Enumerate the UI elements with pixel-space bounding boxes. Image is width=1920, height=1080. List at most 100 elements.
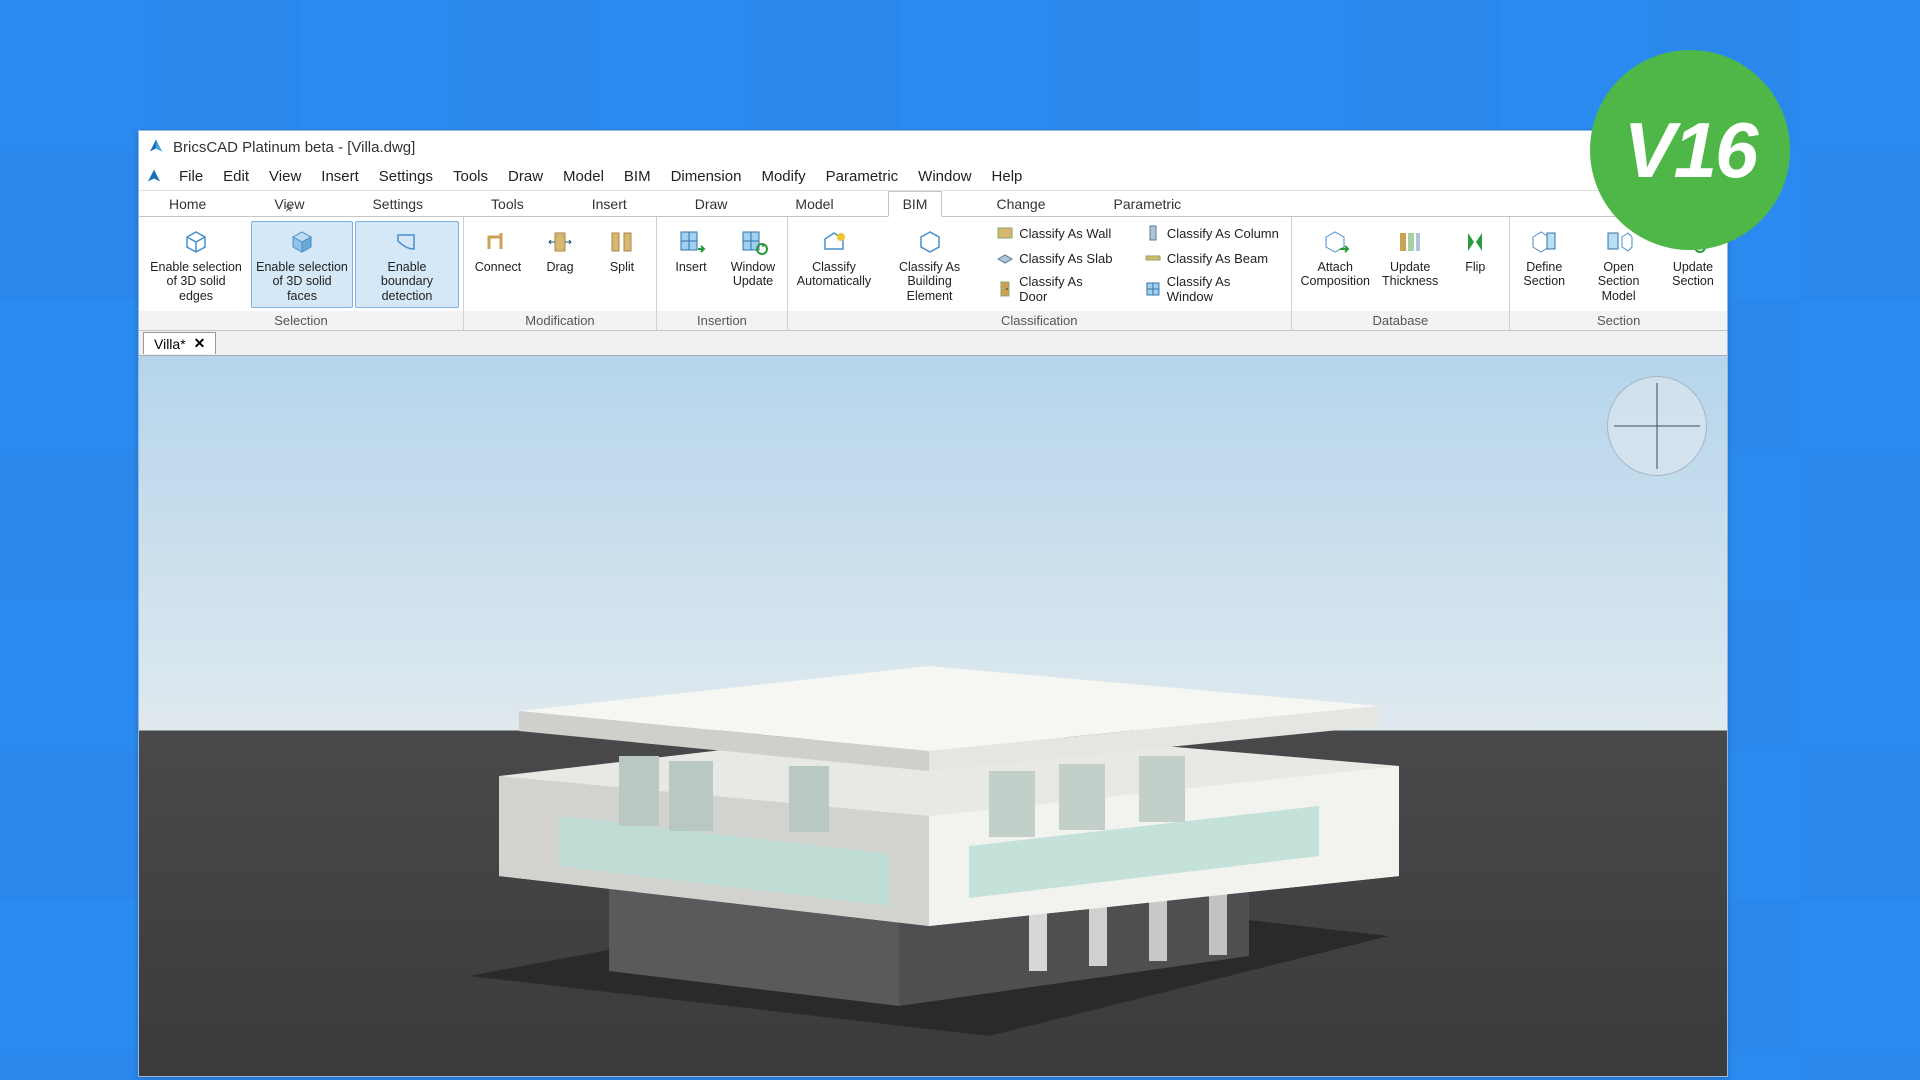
- btn-window-update[interactable]: Window Update: [723, 221, 783, 294]
- btn-classify-window[interactable]: Classify As Window: [1137, 271, 1287, 307]
- drag-icon: [544, 226, 576, 258]
- view-compass[interactable]: [1607, 376, 1707, 476]
- btn-label: Classify Automatically: [797, 260, 871, 289]
- btn-enable-boundary-detection[interactable]: Enable boundary detection: [355, 221, 459, 308]
- ribbon-group-database: Attach Composition Update Thickness Flip…: [1292, 217, 1511, 330]
- btn-classify-column[interactable]: Classify As Column: [1137, 221, 1287, 245]
- ribbon-tab-model[interactable]: Model: [781, 192, 847, 216]
- wall-icon: [996, 224, 1014, 242]
- window-title: BricsCAD Platinum beta - [Villa.dwg]: [173, 139, 415, 156]
- menu-file[interactable]: File: [169, 165, 213, 188]
- ribbon-tab-bim[interactable]: BIM: [888, 191, 943, 217]
- btn-enable-face-selection[interactable]: Enable selection of 3D solid faces: [251, 221, 353, 308]
- classify-auto-icon: [818, 226, 850, 258]
- open-section-icon: [1603, 226, 1635, 258]
- attach-composition-icon: [1319, 226, 1351, 258]
- app-icon[interactable]: [145, 168, 163, 186]
- btn-connect[interactable]: Connect: [468, 221, 528, 279]
- btn-label: Drag: [546, 260, 573, 274]
- menu-insert[interactable]: Insert: [311, 165, 369, 188]
- btn-insert-window[interactable]: Insert: [661, 221, 721, 279]
- menu-help[interactable]: Help: [982, 165, 1033, 188]
- btn-classify-door[interactable]: Classify As Door: [989, 271, 1121, 307]
- menu-settings[interactable]: Settings: [369, 165, 443, 188]
- btn-classify-slab[interactable]: Classify As Slab: [989, 246, 1121, 270]
- group-label: Database: [1292, 311, 1510, 330]
- btn-label: Classify As Building Element: [883, 260, 976, 303]
- slab-icon: [996, 249, 1014, 267]
- cube-edges-icon: [180, 226, 212, 258]
- btn-classify-auto[interactable]: Classify Automatically: [792, 221, 876, 294]
- btn-classify-building-element[interactable]: Classify As Building Element: [878, 221, 981, 308]
- btn-drag[interactable]: Drag: [530, 221, 590, 279]
- label: Classify As Beam: [1167, 251, 1268, 266]
- btn-split[interactable]: Split: [592, 221, 652, 279]
- group-label: Section: [1510, 311, 1727, 330]
- app-logo-icon: [147, 138, 165, 156]
- btn-update-thickness[interactable]: Update Thickness: [1377, 221, 1443, 294]
- ribbon-group-insertion: Insert Window Update Insertion: [657, 217, 788, 330]
- menu-bar: File Edit View Insert Settings Tools Dra…: [139, 163, 1727, 191]
- ribbon-group-modification: Connect Drag Split Modification: [464, 217, 657, 330]
- btn-label: Enable selection of 3D solid faces: [256, 260, 348, 303]
- btn-label: Flip: [1465, 260, 1485, 274]
- label: Classify As Window: [1167, 274, 1280, 304]
- define-section-icon: [1528, 226, 1560, 258]
- btn-label: Enable boundary detection: [360, 260, 454, 303]
- group-label: Insertion: [657, 311, 787, 330]
- btn-label: Window Update: [731, 260, 775, 289]
- group-label: Classification: [788, 311, 1291, 330]
- boundary-icon: [391, 226, 423, 258]
- close-tab-icon[interactable]: ✕: [194, 335, 206, 352]
- menu-modify[interactable]: Modify: [751, 165, 815, 188]
- menu-tools[interactable]: Tools: [443, 165, 498, 188]
- btn-label: Enable selection of 3D solid edges: [148, 260, 244, 303]
- menu-draw[interactable]: Draw: [498, 165, 553, 188]
- ribbon: Enable selection of 3D solid edges Enabl…: [139, 216, 1727, 331]
- document-tab-bar: Villa* ✕: [139, 331, 1727, 356]
- menu-bim[interactable]: BIM: [614, 165, 661, 188]
- btn-label: Insert: [675, 260, 706, 274]
- ribbon-tab-settings[interactable]: Settings: [358, 192, 437, 216]
- window-insert-icon: [675, 226, 707, 258]
- label: Classify As Wall: [1019, 226, 1111, 241]
- ribbon-tab-tools[interactable]: Tools: [477, 192, 538, 216]
- cube-faces-icon: [286, 226, 318, 258]
- group-label: Selection: [139, 311, 463, 330]
- document-tab-villa[interactable]: Villa* ✕: [143, 332, 216, 354]
- model-render: [269, 416, 1589, 1056]
- version-badge: V16: [1590, 50, 1790, 250]
- ribbon-tab-change[interactable]: Change: [982, 192, 1059, 216]
- btn-label: Connect: [475, 260, 522, 274]
- btn-attach-composition[interactable]: Attach Composition: [1296, 221, 1375, 294]
- menu-view[interactable]: View: [259, 165, 311, 188]
- label: Classify As Door: [1019, 274, 1114, 304]
- btn-classify-wall[interactable]: Classify As Wall: [989, 221, 1121, 245]
- btn-flip[interactable]: Flip: [1445, 221, 1505, 279]
- window-icon: [1144, 280, 1162, 298]
- menu-window[interactable]: Window: [908, 165, 981, 188]
- btn-label: Update Section: [1672, 260, 1714, 289]
- ribbon-collapse-button[interactable]: ×: [279, 201, 299, 216]
- ribbon-tab-parametric[interactable]: Parametric: [1100, 192, 1196, 216]
- btn-classify-beam[interactable]: Classify As Beam: [1137, 246, 1287, 270]
- flip-icon: [1459, 226, 1491, 258]
- column-icon: [1144, 224, 1162, 242]
- label: Classify As Slab: [1019, 251, 1112, 266]
- ribbon-tab-insert[interactable]: Insert: [578, 192, 641, 216]
- ribbon-tab-draw[interactable]: Draw: [681, 192, 742, 216]
- group-label: Modification: [464, 311, 656, 330]
- menu-parametric[interactable]: Parametric: [816, 165, 909, 188]
- btn-define-section[interactable]: Define Section: [1514, 221, 1574, 294]
- ribbon-tab-home[interactable]: Home: [155, 192, 220, 216]
- btn-label: Split: [610, 260, 634, 274]
- door-icon: [996, 280, 1014, 298]
- btn-enable-edge-selection[interactable]: Enable selection of 3D solid edges: [143, 221, 249, 308]
- ribbon-group-classification: Classify Automatically Classify As Build…: [788, 217, 1292, 330]
- menu-model[interactable]: Model: [553, 165, 614, 188]
- menu-dimension[interactable]: Dimension: [661, 165, 752, 188]
- building-element-icon: [914, 226, 946, 258]
- model-viewport[interactable]: [139, 356, 1727, 1076]
- connect-icon: [482, 226, 514, 258]
- menu-edit[interactable]: Edit: [213, 165, 259, 188]
